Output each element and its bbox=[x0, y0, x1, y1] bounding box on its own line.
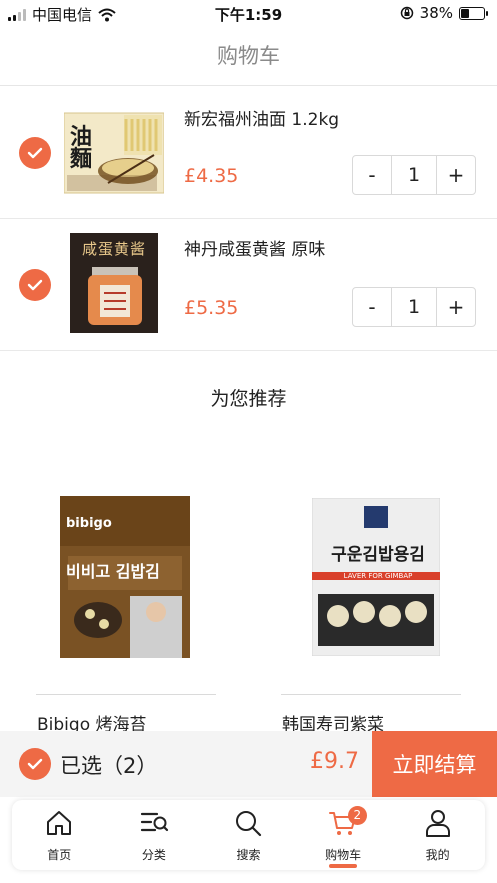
page-title: 购物车 bbox=[217, 44, 280, 68]
cart-item: 咸蛋黄酱 神丹咸蛋黄酱 原味 £5.35 - 1 + bbox=[0, 219, 497, 351]
recommend-card-image[interactable]: 구운김밥용김 LAVER FOR GIMBAP bbox=[312, 492, 472, 660]
increase-button[interactable]: + bbox=[437, 288, 475, 326]
tab-cart[interactable]: 2 购物车 bbox=[296, 800, 391, 870]
active-tab-indicator bbox=[328, 864, 358, 868]
bibigo-korean-text: 비비고 김밥김 bbox=[66, 562, 160, 581]
orientation-lock-icon bbox=[400, 6, 413, 20]
home-icon bbox=[47, 811, 72, 835]
battery-icon bbox=[459, 6, 488, 20]
cart-item: 油麵 新宏福州油面 1.2kg £4.35 - 1 + bbox=[0, 87, 497, 219]
quantity-stepper: - 1 + bbox=[352, 287, 476, 327]
total-price: £9.7 bbox=[310, 749, 359, 774]
selected-count-label: 已选（2） bbox=[60, 754, 158, 778]
decrease-button[interactable]: - bbox=[353, 156, 391, 194]
product-image-noodle[interactable]: 油麵 bbox=[64, 105, 164, 205]
item-price: £5.35 bbox=[184, 297, 239, 319]
tab-label: 购物车 bbox=[325, 848, 362, 862]
gimbap-sub-text: LAVER FOR GIMBAP bbox=[343, 572, 413, 580]
quantity-value[interactable]: 1 bbox=[391, 288, 437, 326]
tab-home[interactable]: 首页 bbox=[12, 800, 107, 870]
product-image-sauce[interactable]: 咸蛋黄酱 bbox=[64, 233, 164, 333]
sauce-package-text: 咸蛋黄酱 bbox=[82, 240, 147, 258]
noodle-package-text: 油麵 bbox=[70, 125, 93, 172]
checkout-bar: 已选（2） £9.7 立即结算 bbox=[0, 731, 497, 797]
select-all-checkbox[interactable] bbox=[19, 748, 51, 780]
quantity-value[interactable]: 1 bbox=[391, 156, 437, 194]
checkout-button[interactable]: 立即结算 bbox=[372, 731, 497, 797]
item-name: 神丹咸蛋黄酱 原味 bbox=[184, 240, 326, 260]
decrease-button[interactable]: - bbox=[353, 288, 391, 326]
status-right: 38% bbox=[400, 4, 488, 22]
category-icon bbox=[140, 812, 168, 832]
checkmark-icon bbox=[27, 758, 43, 770]
user-icon bbox=[425, 810, 450, 837]
tab-label: 我的 bbox=[425, 848, 450, 862]
quantity-stepper: - 1 + bbox=[352, 155, 476, 195]
tab-label: 分类 bbox=[141, 848, 166, 862]
status-bar: 中国电信 下午1:59 38% bbox=[0, 0, 497, 28]
recommend-title: 为您推荐 bbox=[210, 388, 287, 410]
tab-bar: 首页 分类 搜索 2 购物车 我的 bbox=[12, 800, 485, 870]
item-price: £4.35 bbox=[184, 165, 239, 187]
item-name: 新宏福州油面 1.2kg bbox=[184, 110, 340, 130]
search-icon bbox=[236, 811, 262, 837]
tab-label: 首页 bbox=[47, 848, 72, 862]
divider bbox=[281, 694, 461, 695]
gimbap-korean-text: 구운김밥용김 bbox=[331, 545, 425, 565]
tab-profile[interactable]: 我的 bbox=[390, 800, 485, 870]
recommend-card-image[interactable]: bibigo 비비고 김밥김 bbox=[60, 492, 220, 660]
tab-label: 搜索 bbox=[236, 848, 261, 862]
tab-category[interactable]: 分类 bbox=[107, 800, 202, 870]
cart-badge: 2 bbox=[347, 806, 367, 825]
item-checkbox[interactable] bbox=[19, 269, 51, 301]
increase-button[interactable]: + bbox=[437, 156, 475, 194]
page-header: 购物车 bbox=[0, 28, 497, 86]
battery-fill bbox=[461, 8, 469, 18]
tab-search[interactable]: 搜索 bbox=[201, 800, 296, 870]
checkmark-icon bbox=[27, 147, 43, 159]
divider bbox=[36, 694, 216, 695]
item-checkbox[interactable] bbox=[19, 137, 51, 169]
checkmark-icon bbox=[27, 279, 43, 291]
battery-percent: 38% bbox=[419, 4, 453, 22]
bibigo-logo-text: bibigo bbox=[66, 516, 112, 531]
